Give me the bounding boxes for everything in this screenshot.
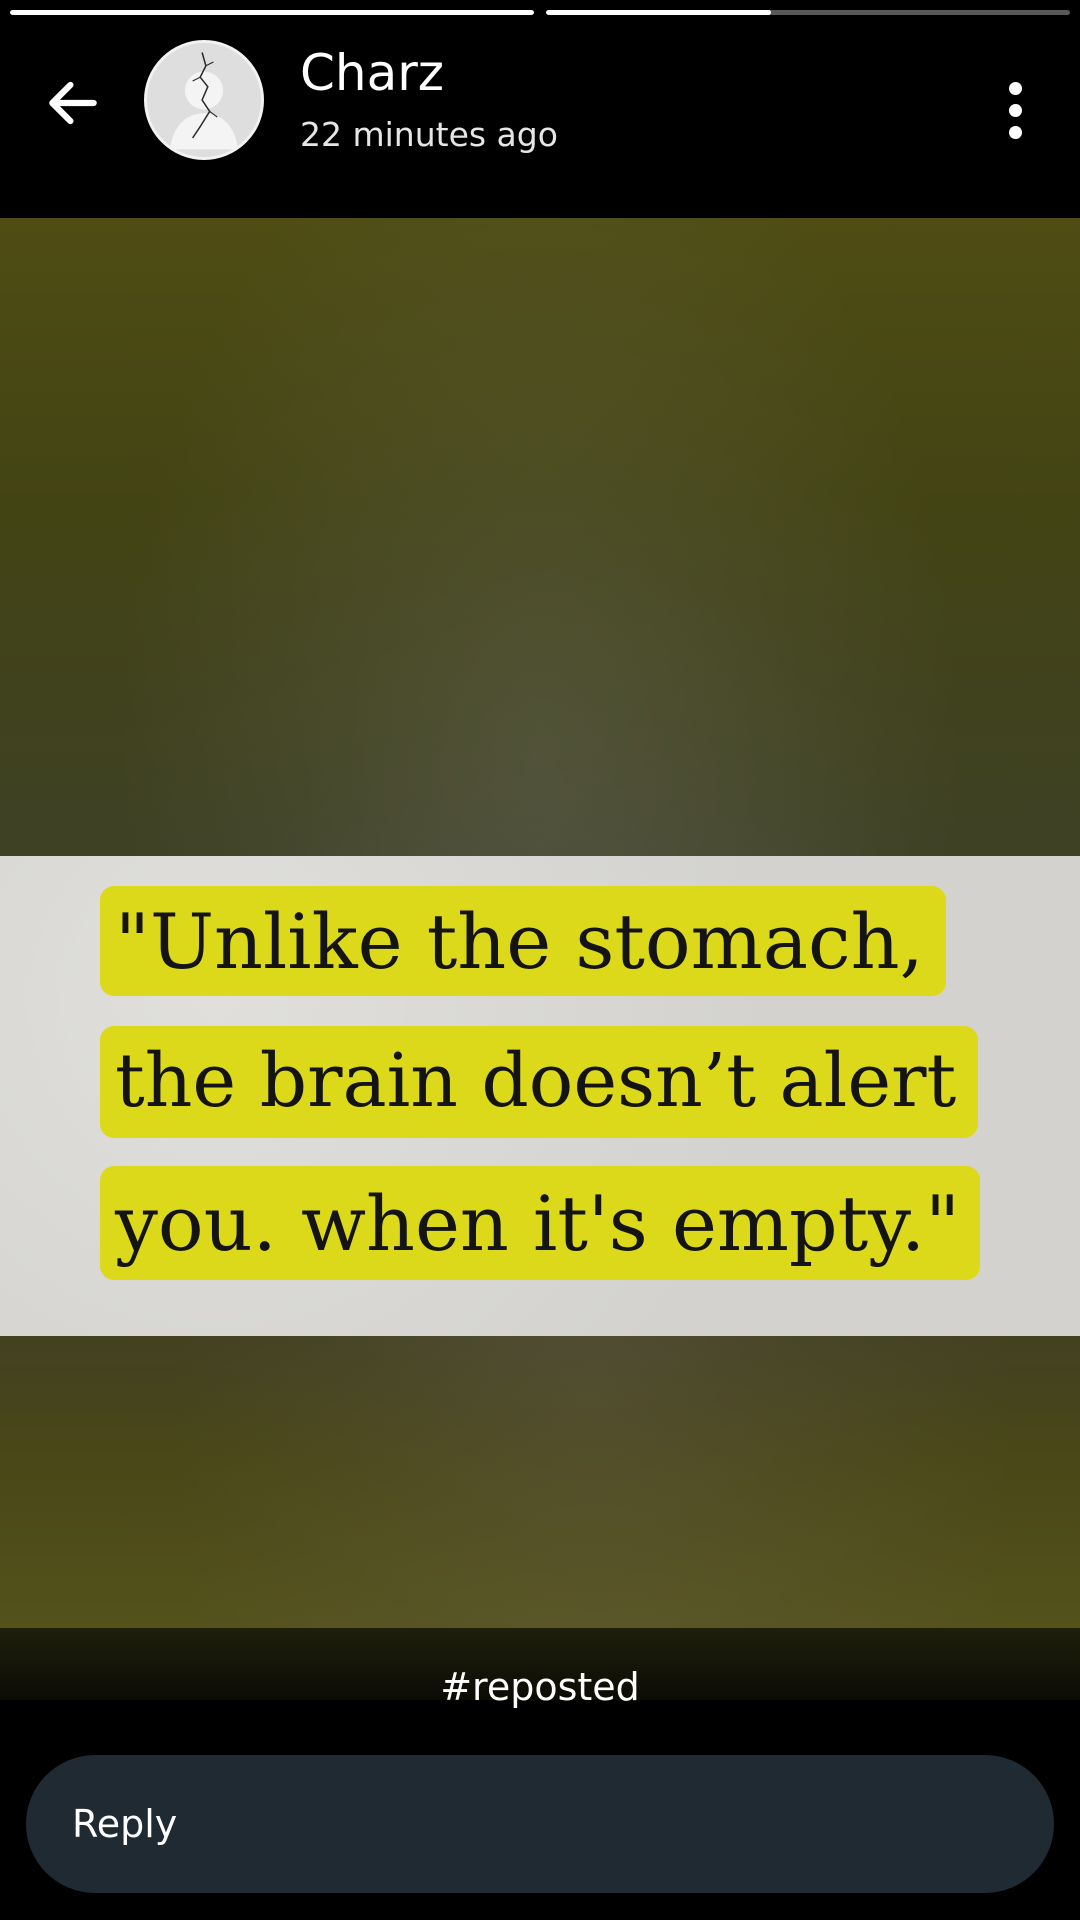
progress-fill-2 <box>546 10 772 15</box>
reply-input[interactable]: Reply <box>26 1755 1054 1893</box>
story-image[interactable]: "Unlike the stomach, the brain doesn’t a… <box>0 218 1080 1628</box>
story-caption: #reposted <box>440 1665 640 1709</box>
more-vertical-icon <box>1008 81 1022 95</box>
more-vertical-icon-dot <box>1008 103 1022 117</box>
reply-placeholder: Reply <box>72 1802 178 1846</box>
progress-fill-1 <box>10 10 534 15</box>
quote-line-3: you. when it's empty." <box>115 1179 961 1268</box>
quote-paper: "Unlike the stomach, the brain doesn’t a… <box>0 856 1080 1336</box>
quote-line-1: "Unlike the stomach, <box>115 897 924 986</box>
story-header: Charz 22 minutes ago <box>0 30 1080 190</box>
story-viewer: Charz 22 minutes ago "Unlike the stomach… <box>0 0 1080 1920</box>
arrow-left-icon <box>49 81 97 125</box>
default-avatar-icon <box>147 43 261 157</box>
story-progress <box>10 10 1070 15</box>
avatar[interactable] <box>144 40 264 160</box>
story-author-name[interactable]: Charz <box>300 48 444 98</box>
quote-line-2: the brain doesn’t alert <box>115 1038 957 1124</box>
more-options-button[interactable] <box>980 70 1050 150</box>
story-timestamp: 22 minutes ago <box>300 115 558 154</box>
more-vertical-icon-dot <box>1008 125 1022 139</box>
back-button[interactable] <box>30 60 116 146</box>
progress-segment-1 <box>10 10 534 15</box>
progress-segment-2 <box>546 10 1070 15</box>
